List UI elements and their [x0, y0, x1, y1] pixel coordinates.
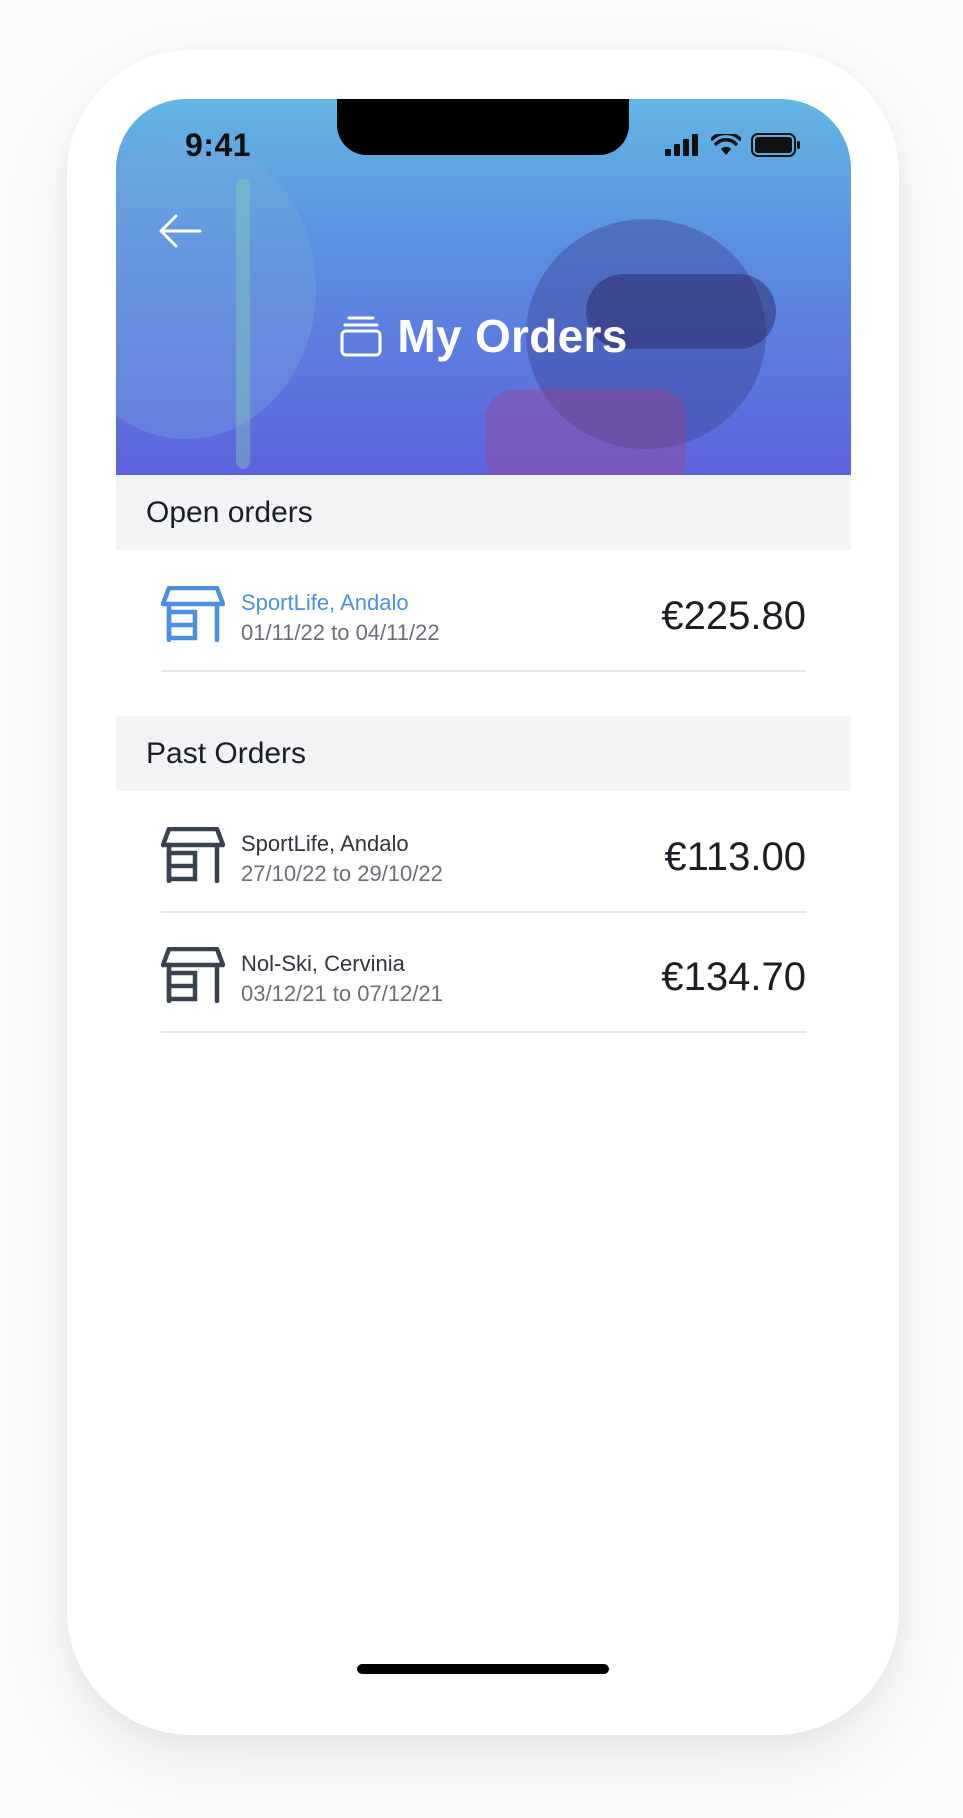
arrow-left-icon [159, 214, 202, 248]
order-store-name: SportLife, Andalo [241, 590, 409, 615]
order-row-open[interactable]: SportLife, Andalo 01/11/22 to 04/11/22 €… [161, 550, 806, 672]
header-banner: 9:41 My Orders [116, 99, 851, 475]
order-price: €113.00 [664, 835, 806, 879]
banner-photo-shape [116, 139, 316, 439]
order-row-past[interactable]: SportLife, Andalo 27/10/22 to 29/10/22 €… [161, 791, 806, 913]
wifi-icon [711, 134, 741, 155]
page-title: My Orders [397, 310, 628, 362]
order-price: €134.70 [661, 955, 806, 999]
section-heading: Past Orders [146, 736, 307, 770]
status-icons [665, 133, 801, 157]
order-store-name: SportLife, Andalo [241, 831, 409, 856]
store-icon [161, 586, 225, 642]
home-indicator[interactable] [357, 1664, 609, 1674]
app-screen: 9:41 My Orders Open orders SportLife, An… [116, 99, 851, 1691]
back-button[interactable] [158, 211, 202, 251]
device-notch [337, 99, 629, 155]
order-store-name: Nol-Ski, Cervinia [241, 951, 405, 976]
order-dates: 27/10/22 to 29/10/22 [241, 861, 443, 886]
past-orders-header: Past Orders [116, 716, 851, 791]
order-dates: 03/12/21 to 07/12/21 [241, 981, 443, 1006]
section-heading: Open orders [146, 495, 313, 529]
store-icon [161, 947, 225, 1003]
status-time: 9:41 [185, 127, 252, 163]
banner-photo-shape [486, 389, 686, 475]
orders-stack-icon [340, 316, 382, 357]
battery-icon [751, 133, 800, 157]
open-orders-header: Open orders [116, 475, 851, 550]
signal-icon [665, 134, 698, 156]
store-icon [161, 827, 225, 883]
order-dates: 01/11/22 to 04/11/22 [241, 620, 440, 645]
page-title-row: My Orders [116, 309, 851, 363]
order-price: €225.80 [661, 594, 806, 638]
order-row-past[interactable]: Nol-Ski, Cervinia 03/12/21 to 07/12/21 €… [161, 911, 806, 1033]
